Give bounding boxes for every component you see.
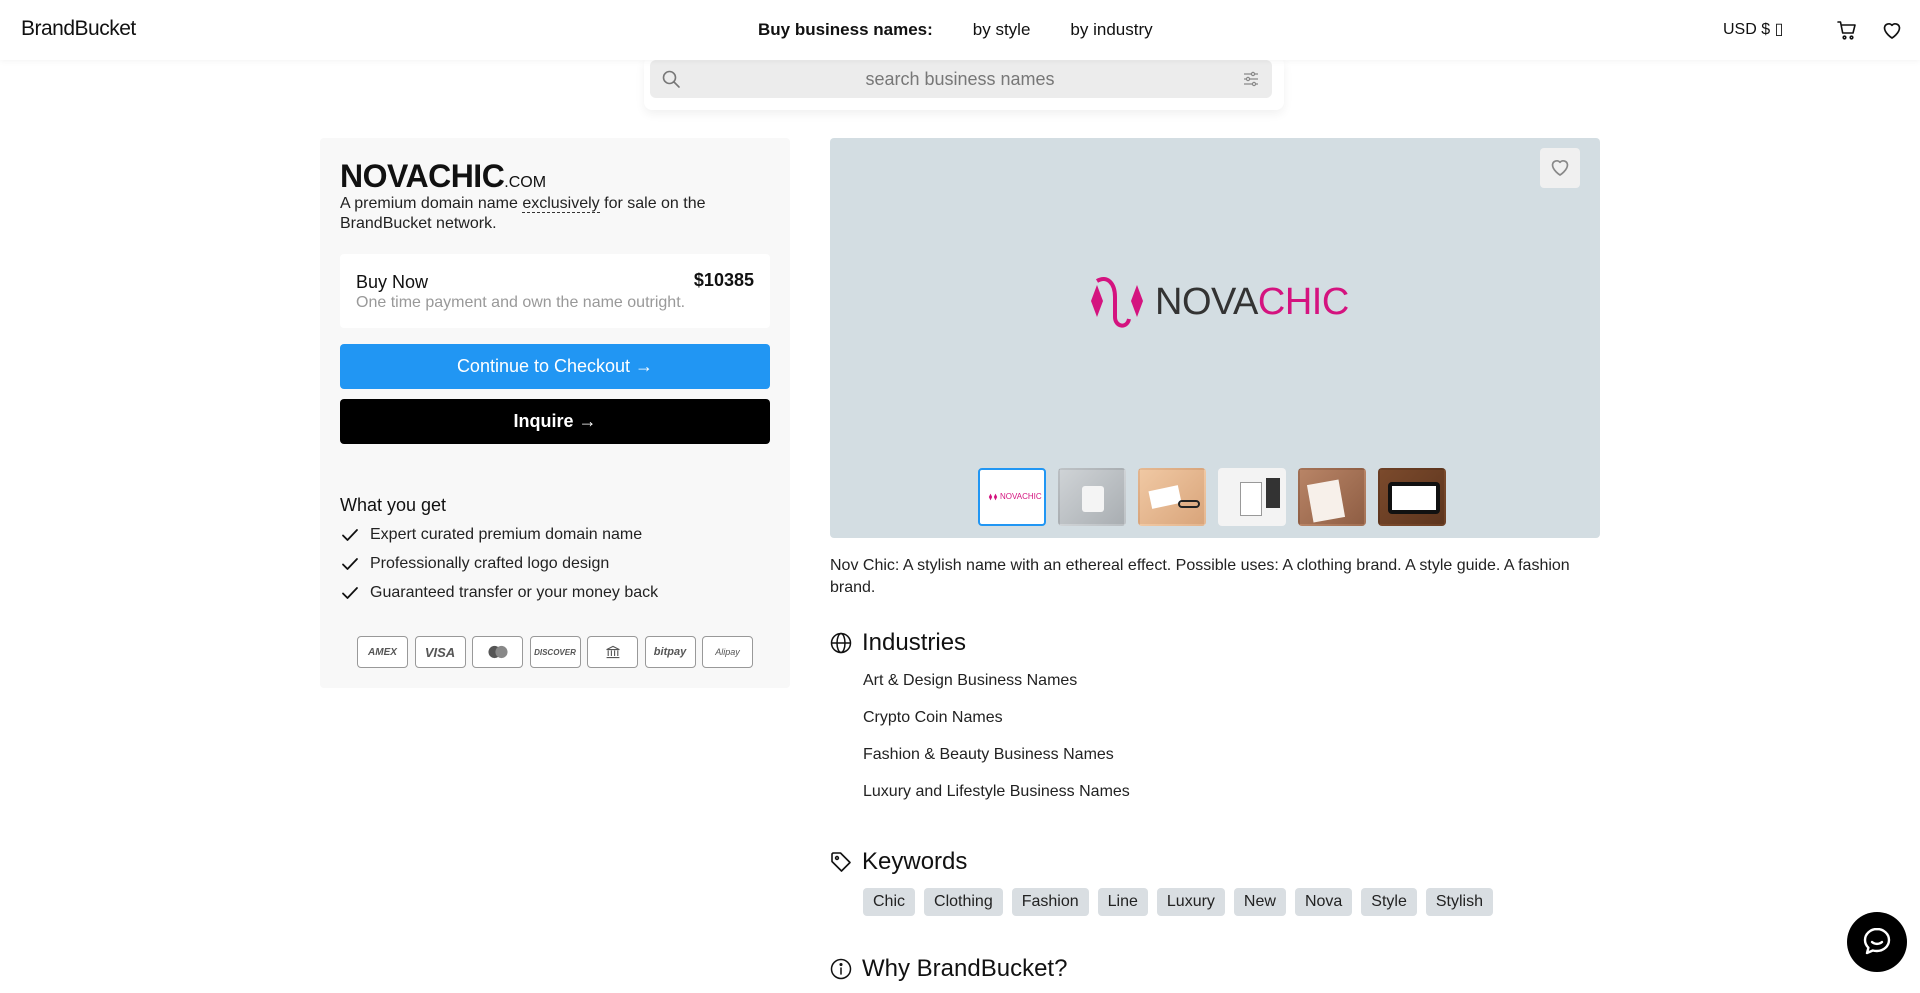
add-to-favorites-button[interactable] bbox=[1540, 148, 1580, 188]
industry-link-luxury-lifestyle[interactable]: Luxury and Lifestyle Business Names bbox=[863, 783, 1130, 820]
logo-wordmark: NOVACHIC bbox=[1155, 281, 1349, 324]
thumbnail-logo-text: NOVACHIC bbox=[1000, 492, 1042, 501]
main-nav: Buy business names: by style by industry bbox=[758, 20, 1193, 40]
thumbnail-logo[interactable]: NOVACHIC bbox=[978, 468, 1046, 526]
nav-by-industry-link[interactable]: by industry bbox=[1070, 20, 1152, 40]
benefit-text: Guaranteed transfer or your money back bbox=[370, 583, 659, 601]
bank-transfer-icon bbox=[587, 636, 638, 668]
purchase-panel: NOVACHIC.COM A premium domain name exclu… bbox=[320, 138, 790, 688]
amex-icon: AMEX bbox=[357, 636, 408, 668]
tag-icon bbox=[830, 851, 852, 873]
nav-title: Buy business names: bbox=[758, 20, 933, 39]
domain-title: NOVACHIC.COM bbox=[340, 158, 546, 195]
alipay-icon: Alipay bbox=[702, 636, 753, 668]
keyword-chip[interactable]: Stylish bbox=[1425, 888, 1493, 916]
thumbnail-mockup-notebook[interactable] bbox=[1218, 468, 1286, 526]
wordmark-part-chic: CHIC bbox=[1257, 281, 1349, 323]
keyword-chip[interactable]: Fashion bbox=[1011, 888, 1089, 916]
nav-by-style-link[interactable]: by style bbox=[973, 20, 1031, 40]
domain-description: A premium domain name exclusively for sa… bbox=[340, 194, 760, 234]
keywords-heading: Keywords bbox=[830, 848, 967, 876]
globe-icon bbox=[830, 632, 852, 654]
keyword-chip[interactable]: Clothing bbox=[924, 888, 1003, 916]
check-icon bbox=[340, 554, 360, 574]
live-chat-button[interactable] bbox=[1847, 912, 1907, 972]
thumbnail-mockup-desk[interactable] bbox=[1058, 468, 1126, 526]
list-item: Professionally crafted logo design bbox=[340, 549, 658, 578]
industry-link-art-design[interactable]: Art & Design Business Names bbox=[863, 672, 1130, 709]
header-actions: USD $ ▯ bbox=[1720, 18, 1920, 42]
industries-heading: Industries bbox=[830, 629, 966, 657]
cart-icon[interactable] bbox=[1835, 18, 1859, 42]
discover-icon: DISCOVER bbox=[529, 636, 581, 668]
site-header: BrandBucket Buy business names: by style… bbox=[0, 0, 1920, 60]
keyword-chip[interactable]: Luxury bbox=[1156, 888, 1225, 916]
industries-list: Art & Design Business Names Crypto Coin … bbox=[863, 672, 1130, 820]
domain-name: NOVACHIC bbox=[340, 158, 505, 194]
list-item: Expert curated premium domain name bbox=[340, 520, 658, 549]
heart-icon bbox=[1548, 155, 1572, 182]
chat-bubble-icon bbox=[1861, 925, 1893, 960]
why-title: Why BrandBucket? bbox=[862, 955, 1068, 982]
bitpay-icon: bitpay bbox=[644, 636, 696, 668]
buy-now-card[interactable]: Buy Now $10385 One time payment and own … bbox=[340, 254, 770, 328]
site-logo[interactable]: BrandBucket bbox=[21, 17, 136, 41]
why-brandbucket-heading: Why BrandBucket? bbox=[830, 955, 1067, 983]
list-item: Guaranteed transfer or your money back bbox=[340, 578, 658, 607]
thumbnail-mockup-tablet[interactable] bbox=[1378, 468, 1446, 526]
logo-gallery: NOVACHIC NOVACHIC bbox=[830, 138, 1600, 538]
keywords-list: Chic Clothing Fashion Line Luxury New No… bbox=[863, 888, 1502, 916]
domain-desc-start: A premium domain name bbox=[340, 195, 523, 212]
thumbnail-mockup-letterhead[interactable] bbox=[1298, 468, 1366, 526]
benefit-text: Professionally crafted logo design bbox=[370, 554, 610, 572]
keyword-chip[interactable]: Nova bbox=[1294, 888, 1353, 916]
buy-now-price: $10385 bbox=[693, 270, 754, 290]
payment-methods: AMEX VISA DISCOVER bitpay Alipay bbox=[357, 636, 760, 668]
novachic-logo: NOVACHIC bbox=[1085, 271, 1349, 331]
benefit-text: Expert curated premium domain name bbox=[370, 525, 643, 543]
check-icon bbox=[340, 583, 360, 603]
filter-sliders-icon[interactable] bbox=[1242, 70, 1260, 88]
currency-selector[interactable]: USD $ ▯ bbox=[1723, 19, 1783, 39]
search-bar-container bbox=[644, 56, 1284, 110]
inquire-button[interactable]: Inquire → bbox=[340, 399, 770, 444]
check-icon bbox=[340, 525, 360, 545]
buy-now-subtext: One time payment and own the name outrig… bbox=[356, 294, 686, 311]
keywords-title: Keywords bbox=[862, 848, 968, 875]
favorites-heart-icon[interactable] bbox=[1880, 18, 1904, 42]
visa-icon: VISA bbox=[414, 636, 466, 668]
domain-tld: .COM bbox=[504, 174, 547, 191]
logo-mark-icon bbox=[1091, 277, 1143, 328]
thumbnail-mockup-cards[interactable] bbox=[1138, 468, 1206, 526]
keyword-chip[interactable]: Style bbox=[1361, 888, 1417, 916]
continue-to-checkout-button[interactable]: Continue to Checkout → bbox=[340, 344, 770, 389]
keyword-chip[interactable]: Chic bbox=[863, 888, 916, 916]
mastercard-icon bbox=[472, 636, 523, 668]
buy-now-label: Buy Now bbox=[356, 272, 429, 292]
keyword-chip[interactable]: Line bbox=[1097, 888, 1148, 916]
search-icon[interactable] bbox=[661, 69, 681, 89]
search-input[interactable] bbox=[690, 60, 1230, 98]
name-description: Nov Chic: A stylish name with an etherea… bbox=[830, 557, 1570, 596]
industry-link-crypto[interactable]: Crypto Coin Names bbox=[863, 709, 1130, 746]
industries-title: Industries bbox=[862, 629, 967, 656]
what-you-get-list: Expert curated premium domain name Profe… bbox=[340, 520, 658, 607]
info-icon bbox=[830, 958, 852, 980]
keyword-chip[interactable]: New bbox=[1233, 888, 1286, 916]
exclusively-tooltip[interactable]: exclusively bbox=[522, 195, 600, 213]
wordmark-part-nova: NOVA bbox=[1155, 281, 1258, 323]
thumbnail-strip: NOVACHIC bbox=[978, 468, 1458, 526]
search-bar bbox=[650, 60, 1272, 98]
industry-link-fashion-beauty[interactable]: Fashion & Beauty Business Names bbox=[863, 746, 1130, 783]
what-you-get-heading: What you get bbox=[340, 495, 447, 515]
